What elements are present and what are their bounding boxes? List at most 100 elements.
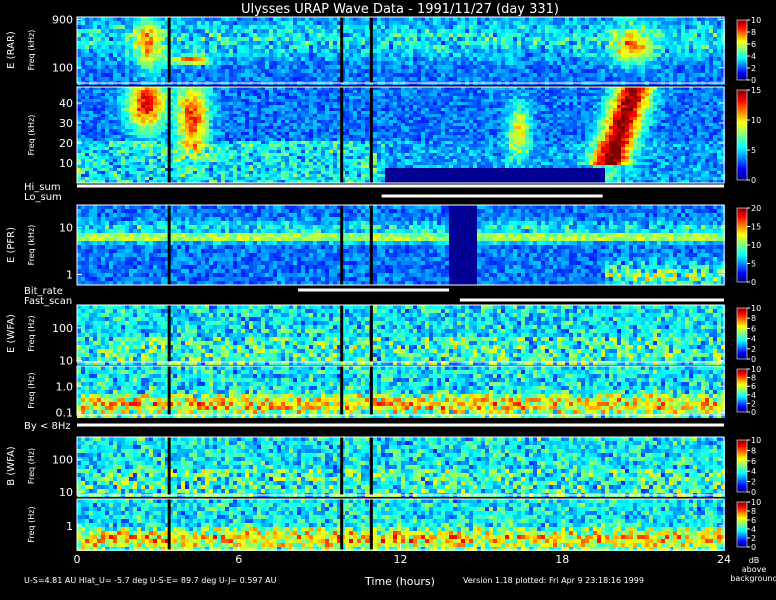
- data-gap: [167, 87, 171, 183]
- y-tick-label: 0.1: [56, 406, 74, 419]
- data-gap: [167, 205, 171, 285]
- colorbar: [736, 368, 748, 413]
- colorbar-unit: dBabovebackground: [730, 556, 776, 583]
- panel-side-label: B (WFA): [6, 446, 17, 486]
- panel-wfa_e_high: 10010Freq (Hz)E (WFA)1086420: [6, 304, 761, 368]
- data-gap: [340, 499, 344, 550]
- y-axis-label: Freq (kHz): [27, 115, 36, 156]
- data-gap: [369, 87, 373, 183]
- colorbar-tick-label: 0: [751, 76, 756, 85]
- colorbar-tick-label: 2: [751, 534, 756, 543]
- chart-title: Ulysses URAP Wave Data - 1991/11/27 (day…: [241, 2, 559, 17]
- colorbar-tick-label: 0: [751, 408, 756, 417]
- panel-pfr: 10 1 Freq (kHz) E (PFR) 20 15 10 5 0: [6, 204, 761, 287]
- y-tick-label: 1: [66, 520, 73, 533]
- colorbar-unit-line: background: [730, 574, 776, 583]
- panel-wfa_e_low: 1.00.1Freq (Hz)1086420: [27, 365, 761, 419]
- colorbar-tick-label: 6: [751, 457, 756, 466]
- mode-strip-label: Lo_sum: [24, 192, 62, 203]
- colorbar-tick-label: 4: [751, 335, 756, 344]
- data-gap: [369, 17, 373, 83]
- y-axis-label: Freq (Hz): [27, 372, 36, 408]
- colorbar-tick-label: 10: [751, 498, 761, 507]
- x-tick-label: 0: [74, 553, 81, 566]
- y-axis-label: Freq (kHz): [27, 225, 36, 266]
- colorbar-tick-label: 4: [751, 52, 756, 61]
- x-tick-label: 6: [235, 553, 242, 566]
- data-gap: [340, 87, 344, 183]
- colorbar: [736, 207, 748, 283]
- spectrogram-texture: [77, 205, 725, 285]
- y-axis-label: Freq (Hz): [27, 506, 36, 542]
- x-axis-label: Time (hours): [364, 575, 435, 588]
- y-tick-label: 100: [52, 454, 73, 467]
- colorbar-tick-label: 20: [751, 204, 761, 213]
- y-tick-label: 100: [52, 322, 73, 335]
- data-gap: [340, 17, 344, 83]
- mode-segment: [298, 288, 450, 292]
- spectrogram-texture: [77, 87, 725, 183]
- footer-right: Version 1.18 plotted: Fri Apr 9 23:18:16…: [463, 576, 644, 585]
- panel-wfa_b_low: 1 Freq (Hz) 1086420: [27, 498, 761, 552]
- colorbar-tick-label: 0: [751, 355, 756, 364]
- colorbar-tick-label: 0: [751, 278, 756, 287]
- panel-side-label: E (RAR): [6, 31, 17, 69]
- colorbar-tick-label: 6: [751, 324, 756, 333]
- data-gap: [340, 205, 344, 285]
- data-gap: [167, 437, 171, 495]
- y-tick-label: 10: [59, 355, 73, 368]
- colorbar: [736, 307, 748, 360]
- y-tick-label: 20: [59, 137, 73, 150]
- x-tick-label: 24: [717, 553, 731, 566]
- panel-side-label: E (WFA): [6, 314, 17, 353]
- data-gap: [369, 437, 373, 495]
- colorbar-tick-label: 15: [751, 86, 761, 95]
- data-gap: [167, 366, 171, 415]
- colorbar-tick-label: 8: [751, 446, 756, 455]
- data-gap: [369, 205, 373, 285]
- colorbar-tick-label: 2: [751, 478, 756, 487]
- colorbar-tick-label: 15: [751, 223, 761, 232]
- y-tick-label: 1: [66, 269, 73, 282]
- mode-strip-label: By < 8Hz: [24, 421, 71, 432]
- panel-side-label: E (PFR): [6, 227, 17, 263]
- colorbar-tick-label: 0: [751, 543, 756, 552]
- colorbar-tick-label: 5: [751, 146, 756, 155]
- spectrogram-texture: [77, 499, 725, 551]
- colorbar-unit-line: dB: [749, 556, 760, 565]
- y-tick-label: 1.0: [56, 380, 74, 393]
- colorbar-tick-label: 10: [751, 436, 761, 445]
- footer-left: U-S=4.81 AU Hlat_U= -5.7 deg U-S-E= 89.7…: [24, 576, 277, 585]
- x-tick-label: 12: [394, 553, 408, 566]
- colorbar-tick-label: 2: [751, 345, 756, 354]
- colorbar-tick-label: 10: [751, 304, 761, 313]
- colorbar-tick-label: 0: [751, 176, 756, 185]
- data-gap: [340, 366, 344, 415]
- x-tick-label: 18: [555, 553, 569, 566]
- colorbar-tick-label: 8: [751, 507, 756, 516]
- y-axis-label: Freq (Hz): [27, 448, 36, 484]
- urap-wave-chart: Ulysses URAP Wave Data - 1991/11/27 (day…: [6, 2, 776, 588]
- data-gap: [167, 305, 171, 362]
- colorbar-tick-label: 6: [751, 516, 756, 525]
- mode-strip: Hi_sumLo_sum: [24, 182, 724, 203]
- colorbar-tick-label: 0: [751, 488, 756, 497]
- data-gap: [369, 305, 373, 362]
- colorbar-tick-label: 2: [751, 64, 756, 73]
- data-gap: [340, 437, 344, 495]
- data-gap: [340, 305, 344, 362]
- colorbar: [736, 89, 748, 181]
- mode-strip-label: Fast_scan: [24, 296, 72, 307]
- panel-wfa_b_high: 10010Freq (Hz)B (WFA)1086420: [6, 436, 761, 499]
- y-tick-label: 100: [52, 62, 73, 75]
- y-tick-label: 30: [59, 117, 73, 130]
- y-axis-label: Freq (Hz): [27, 315, 36, 351]
- spectrogram-texture: [77, 366, 725, 418]
- data-gap: [369, 499, 373, 550]
- panel-rar_low: 40 30 20 10 Freq (kHz) 15 10 5 0: [27, 86, 761, 185]
- data-gap: [369, 366, 373, 415]
- y-tick-label: 900: [52, 13, 73, 26]
- mode-segment: [77, 423, 724, 427]
- colorbar: [736, 19, 748, 81]
- data-gap: [167, 499, 171, 550]
